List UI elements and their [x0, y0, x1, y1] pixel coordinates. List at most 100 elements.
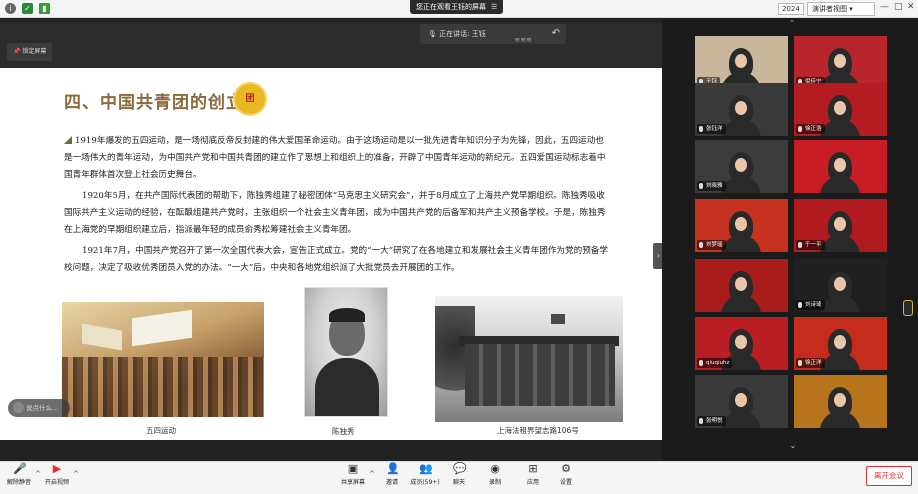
participant-tile[interactable]: 刘梦瑶: [695, 199, 788, 252]
pin-label: 锁定屏幕: [22, 48, 47, 55]
share-banner-text: 您正在观看王钰的屏幕: [416, 3, 486, 11]
members-label: 成员(59+): [410, 479, 440, 486]
mute-label: 解除静音: [6, 479, 31, 486]
participant-face: [735, 335, 747, 349]
participant-tile[interactable]: 刘诗琦: [794, 259, 887, 312]
participant-name: 于一平: [796, 240, 825, 250]
league-badge-icon: 团: [233, 82, 267, 116]
participant-face: [834, 277, 846, 291]
record-icon: ◉: [490, 462, 500, 475]
participant-face: [834, 393, 846, 407]
video-off-icon: ▶: [52, 462, 62, 475]
participant-tile[interactable]: [794, 140, 887, 193]
signal-icon: ▮: [39, 3, 50, 14]
mic-muted-icon: 🎤: [13, 462, 27, 475]
quick-chat-input[interactable]: 说点什么...: [8, 399, 70, 417]
shanghai-building-photo: [435, 296, 623, 422]
participant-face: [735, 54, 747, 68]
caption-may-fourth: 五四运动: [146, 426, 176, 435]
participant-face: [735, 158, 747, 172]
pin-icon: 📌: [13, 48, 21, 55]
paragraph-3: 1921年7月，中国共产党召开了第一次全国代表大会，宣告正式成立。党的“一大”研…: [64, 246, 608, 274]
stop-watching-icon[interactable]: ☰: [491, 3, 497, 11]
active-speaker-indicator: 🎙 正在讲话: 王钰 ≋≋≋ ↶: [420, 24, 566, 44]
record-label: 录制: [488, 479, 501, 486]
participant-name: 刘诗琦: [796, 300, 825, 310]
meeting-window: i ✓ ▮ 您正在观看王钰的屏幕 ☰ 2024 演讲者视图 ▾ — □ ✕ 📌 锁…: [0, 0, 918, 494]
participant-tile[interactable]: 倪佳宁: [794, 36, 887, 89]
participant-name: 徐正浩: [796, 124, 825, 134]
participant-face: [834, 158, 846, 172]
participant-name: 徐正洋: [796, 358, 825, 368]
participant-tile[interactable]: [794, 375, 887, 428]
chat-icon: 💬: [453, 462, 467, 475]
participant-tile[interactable]: 张钰洋: [695, 83, 788, 136]
info-icon[interactable]: i: [5, 3, 16, 14]
chat-button[interactable]: 💬 聊天: [444, 462, 474, 487]
paragraph-1: 1919年爆发的五四运动，是一场彻底反帝反封建的伟大爱国革命运动。由于这场运动是…: [64, 133, 610, 185]
participant-face: [735, 217, 747, 231]
gear-icon: ⚙: [561, 462, 571, 475]
settings-label: 设置: [559, 479, 572, 486]
chat-label: 聊天: [452, 479, 465, 486]
participant-tile[interactable]: 刘晓雅: [695, 140, 788, 193]
participant-name: qiuqiuhz: [697, 358, 733, 368]
close-button[interactable]: ✕: [907, 2, 915, 12]
pin-screen-button[interactable]: 📌 锁定屏幕: [7, 43, 53, 61]
share-options-chevron-icon[interactable]: ^: [369, 470, 375, 478]
mic-icon: 🎙: [428, 30, 437, 38]
members-button[interactable]: 👥 成员(59+): [408, 462, 442, 487]
participant-tile[interactable]: 徐正洋: [794, 317, 887, 370]
maximize-button[interactable]: □: [894, 2, 903, 12]
participant-name: 刘梦瑶: [697, 240, 726, 250]
share-label: 共享屏幕: [340, 479, 365, 486]
participant-tile[interactable]: 徐正浩: [794, 83, 887, 136]
participant-tile[interactable]: 王钰: [695, 36, 788, 89]
mute-options-chevron-icon[interactable]: ^: [35, 470, 41, 478]
apps-label: 应用: [526, 479, 539, 486]
participant-face: [735, 393, 747, 407]
speaker-label: 正在讲话: 王钰: [439, 30, 486, 38]
participant-tile[interactable]: qiuqiuhz: [695, 317, 788, 370]
share-screen-button[interactable]: ▣ 共享屏幕: [338, 462, 368, 487]
video-options-chevron-icon[interactable]: ^: [73, 470, 79, 478]
leave-meeting-button[interactable]: 离开会议: [866, 466, 912, 486]
paragraph-1-text: 1919年爆发的五四运动，是一场彻底反帝反封建的伟大爱国革命运动。由于这场运动是…: [64, 136, 606, 181]
participant-name: 刘晓雅: [697, 181, 726, 191]
add-person-icon: 👤: [386, 462, 400, 475]
minimize-button[interactable]: —: [880, 2, 889, 12]
participant-face: [834, 217, 846, 231]
invite-label: 邀请: [385, 479, 398, 486]
settings-button[interactable]: ⚙ 设置: [551, 462, 581, 487]
view-switch-button[interactable]: 演讲者视图 ▾: [807, 2, 875, 16]
chevron-up-icon[interactable]: ⌃: [785, 19, 799, 27]
share-screen-icon: ▣: [347, 462, 359, 475]
participant-face: [735, 277, 747, 291]
apps-button[interactable]: ⊞ 应用: [518, 462, 548, 487]
record-button[interactable]: ◉ 录制: [480, 462, 510, 487]
invite-button[interactable]: 👤 邀请: [377, 462, 407, 487]
chevron-right-icon: ›: [656, 251, 661, 260]
caption-shanghai: 上海法租界望志路106号: [497, 426, 579, 435]
chat-avatar-icon: [13, 402, 24, 413]
may-fourth-photo: [62, 302, 264, 417]
video-button[interactable]: ▶ 开启视频: [42, 462, 72, 487]
participant-face: [834, 335, 846, 349]
participant-name: 张明悦: [697, 416, 726, 426]
apps-grid-icon: ⊞: [528, 462, 538, 475]
back-arrow-icon[interactable]: ↶: [552, 24, 560, 44]
shield-icon[interactable]: ✓: [22, 3, 33, 14]
participant-tile[interactable]: [695, 259, 788, 312]
chat-placeholder: 说点什么...: [26, 404, 59, 412]
participant-tile[interactable]: 张明悦: [695, 375, 788, 428]
members-icon: 👥: [419, 462, 433, 475]
participant-tile[interactable]: 于一平: [794, 199, 887, 252]
scroll-down-icon[interactable]: ⌄: [786, 441, 800, 453]
presentation-slide: 四、中国共青团的创立 团 1919年爆发的五四运动，是一场彻底反帝反封建的伟大爱…: [0, 68, 662, 440]
share-banner[interactable]: 您正在观看王钰的屏幕 ☰: [410, 0, 504, 14]
participant-face: [735, 101, 747, 115]
side-handle[interactable]: [903, 300, 913, 316]
chevron-down-icon: ▾: [849, 5, 853, 13]
participant-face: [834, 54, 846, 68]
mute-button[interactable]: 🎤 解除静音: [4, 462, 34, 487]
